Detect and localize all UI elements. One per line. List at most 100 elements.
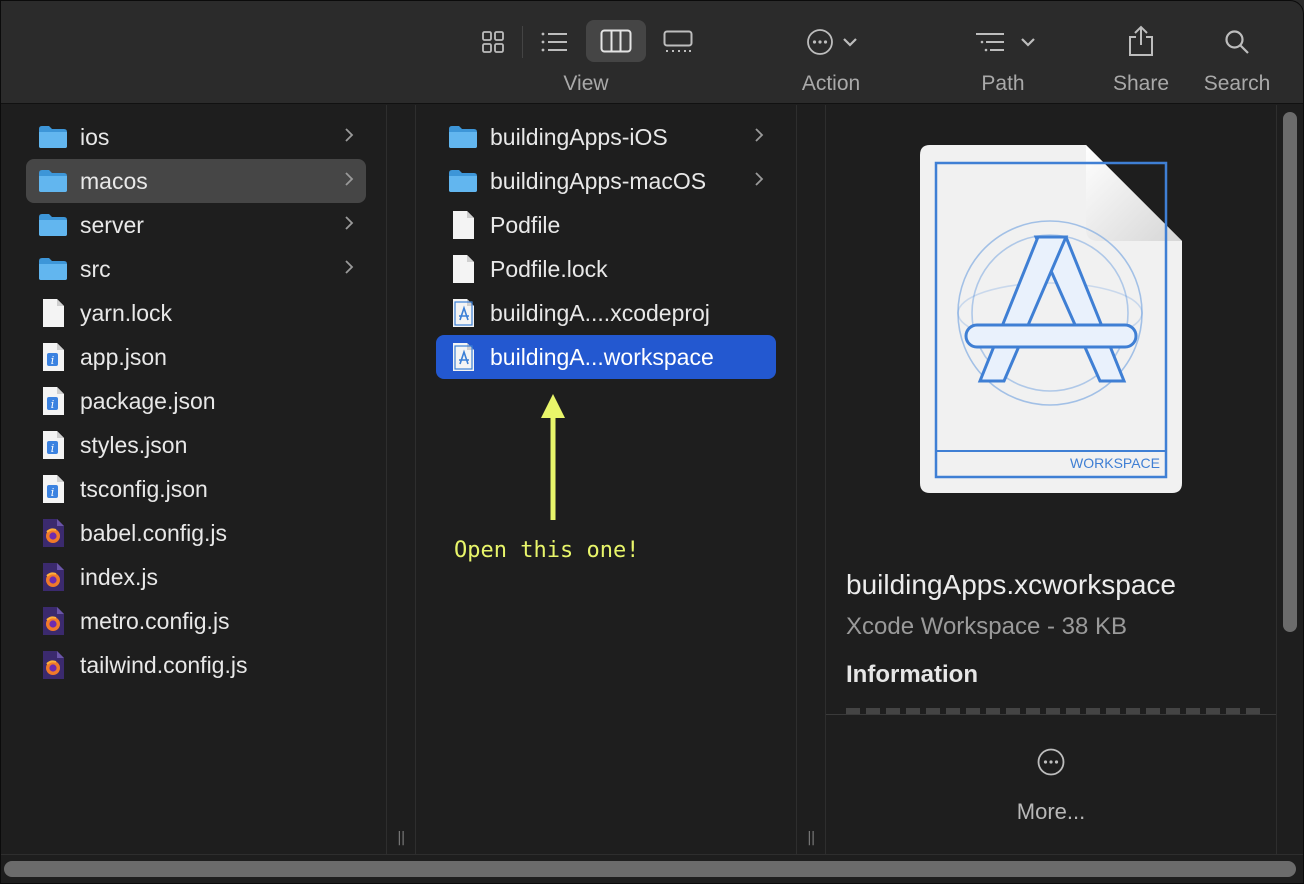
list-item-label: tsconfig.json [80, 475, 208, 502]
column-view-icon [600, 29, 632, 53]
gallery-view-icon [663, 30, 693, 52]
chevron-right-icon [344, 126, 354, 149]
column-view-button[interactable] [586, 20, 646, 62]
list-item[interactable]: babel.config.js [26, 511, 366, 555]
json-file-icon: i [38, 430, 68, 460]
list-item[interactable]: buildingA...workspace [436, 335, 776, 379]
workspace-badge: WORKSPACE [1070, 455, 1160, 471]
more-button[interactable] [1036, 747, 1066, 782]
chevron-right-icon [754, 170, 764, 193]
svg-text:i: i [51, 398, 55, 411]
annotation-text: Open this one! [454, 538, 640, 563]
list-item-label: styles.json [80, 431, 188, 458]
list-item[interactable]: buildingApps-iOS [436, 115, 776, 159]
resize-grip-icon: || [807, 830, 816, 846]
column-resize-handle[interactable]: || [796, 105, 826, 854]
list-item-label: buildingApps-macOS [490, 167, 707, 194]
javascript-file-icon [38, 650, 68, 680]
javascript-file-icon [38, 562, 68, 592]
search-label: Search [1203, 72, 1271, 95]
json-file-icon: i [38, 342, 68, 372]
list-item-label: macos [80, 167, 148, 194]
chevron-right-icon [344, 170, 354, 193]
folder-icon [448, 122, 478, 152]
vertical-scroll-thumb[interactable] [1283, 112, 1297, 632]
list-item[interactable]: server [26, 203, 366, 247]
search-icon [1225, 30, 1249, 54]
annotation-arrow [541, 394, 565, 520]
path-list-icon [976, 33, 1004, 52]
list-item-label: package.json [80, 387, 216, 414]
chevron-right-icon [344, 214, 354, 237]
toolbar-separator [522, 26, 523, 58]
list-item[interactable]: src [26, 247, 366, 291]
list-item-label: buildingA...workspace [490, 343, 714, 370]
list-item[interactable]: i package.json [26, 379, 366, 423]
gallery-view-button[interactable] [656, 22, 700, 62]
list-item-label: Podfile [490, 211, 561, 238]
list-item-label: babel.config.js [80, 519, 228, 546]
json-file-icon: i [38, 386, 68, 416]
list-view-icon [541, 32, 567, 52]
ellipsis-circle-icon [1037, 748, 1065, 776]
list-item-label: metro.config.js [80, 607, 230, 634]
list-item[interactable]: i tsconfig.json [26, 467, 366, 511]
folder-icon [448, 166, 478, 196]
document-icon [448, 254, 478, 284]
ellipsis-circle-icon [807, 29, 833, 55]
svg-text:i: i [51, 486, 55, 499]
xcode-file-icon [448, 342, 478, 372]
list-item[interactable]: Podfile [436, 203, 776, 247]
view-label: View [563, 72, 609, 95]
horizontal-scrollbar[interactable] [0, 854, 1304, 884]
folder-icon [38, 166, 68, 196]
list-item-label: tailwind.config.js [80, 651, 248, 678]
preview-file-name: buildingApps.xcworkspace [846, 569, 1176, 600]
more-label[interactable]: More... [826, 799, 1276, 825]
finder-column-2: buildingApps-iOS buildingApps-macOS Podfil… [416, 105, 796, 854]
svg-text:i: i [51, 354, 55, 367]
list-item[interactable]: buildingApps-macOS [436, 159, 776, 203]
list-item[interactable]: i styles.json [26, 423, 366, 467]
svg-text:i: i [51, 442, 55, 455]
share-button[interactable] [1120, 20, 1162, 62]
path-label: Path [981, 72, 1025, 95]
preview-divider [826, 714, 1276, 715]
json-file-icon: i [38, 474, 68, 504]
list-item[interactable]: tailwind.config.js [26, 643, 366, 687]
list-item-label: yarn.lock [80, 299, 173, 326]
chevron-down-icon [1021, 38, 1035, 47]
list-item-label: buildingA....xcodeproj [490, 299, 710, 326]
list-item[interactable]: Podfile.lock [436, 247, 776, 291]
preview-file-kind: Xcode Workspace - 38 KB [846, 613, 1128, 640]
action-label: Action [801, 72, 861, 95]
folder-icon [38, 122, 68, 152]
list-item[interactable]: i app.json [26, 335, 366, 379]
icon-view-button[interactable] [472, 22, 514, 62]
list-item-label: server [80, 211, 144, 238]
preview-information-heading: Information [846, 661, 978, 688]
preview-pane: WORKSPACE buildingApps.xcworkspace Xcode… [826, 105, 1276, 854]
horizontal-scroll-thumb[interactable] [4, 861, 1296, 877]
list-item[interactable]: buildingA....xcodeproj [436, 291, 776, 335]
toolbar: View Action Path Share Search [0, 0, 1304, 104]
chevron-right-icon [754, 126, 764, 149]
chevron-right-icon [344, 258, 354, 281]
list-item[interactable]: macos [26, 159, 366, 203]
path-button[interactable] [972, 22, 1038, 62]
list-item-label: app.json [80, 343, 167, 370]
action-button[interactable] [800, 22, 864, 62]
list-view-button[interactable] [532, 22, 576, 62]
list-item[interactable]: ios [26, 115, 366, 159]
xcode-workspace-document-icon: WORKSPACE [920, 145, 1182, 493]
list-item-label: Podfile.lock [490, 255, 608, 282]
list-item-label: buildingApps-iOS [490, 123, 668, 150]
list-item[interactable]: index.js [26, 555, 366, 599]
search-button[interactable] [1216, 22, 1258, 62]
finder-column-1: ios macos server src yarn.lock i app.json i pack… [0, 105, 386, 854]
list-item-label: index.js [80, 563, 158, 590]
folder-icon [38, 254, 68, 284]
list-item[interactable]: metro.config.js [26, 599, 366, 643]
column-resize-handle[interactable]: || [386, 105, 416, 854]
list-item[interactable]: yarn.lock [26, 291, 366, 335]
